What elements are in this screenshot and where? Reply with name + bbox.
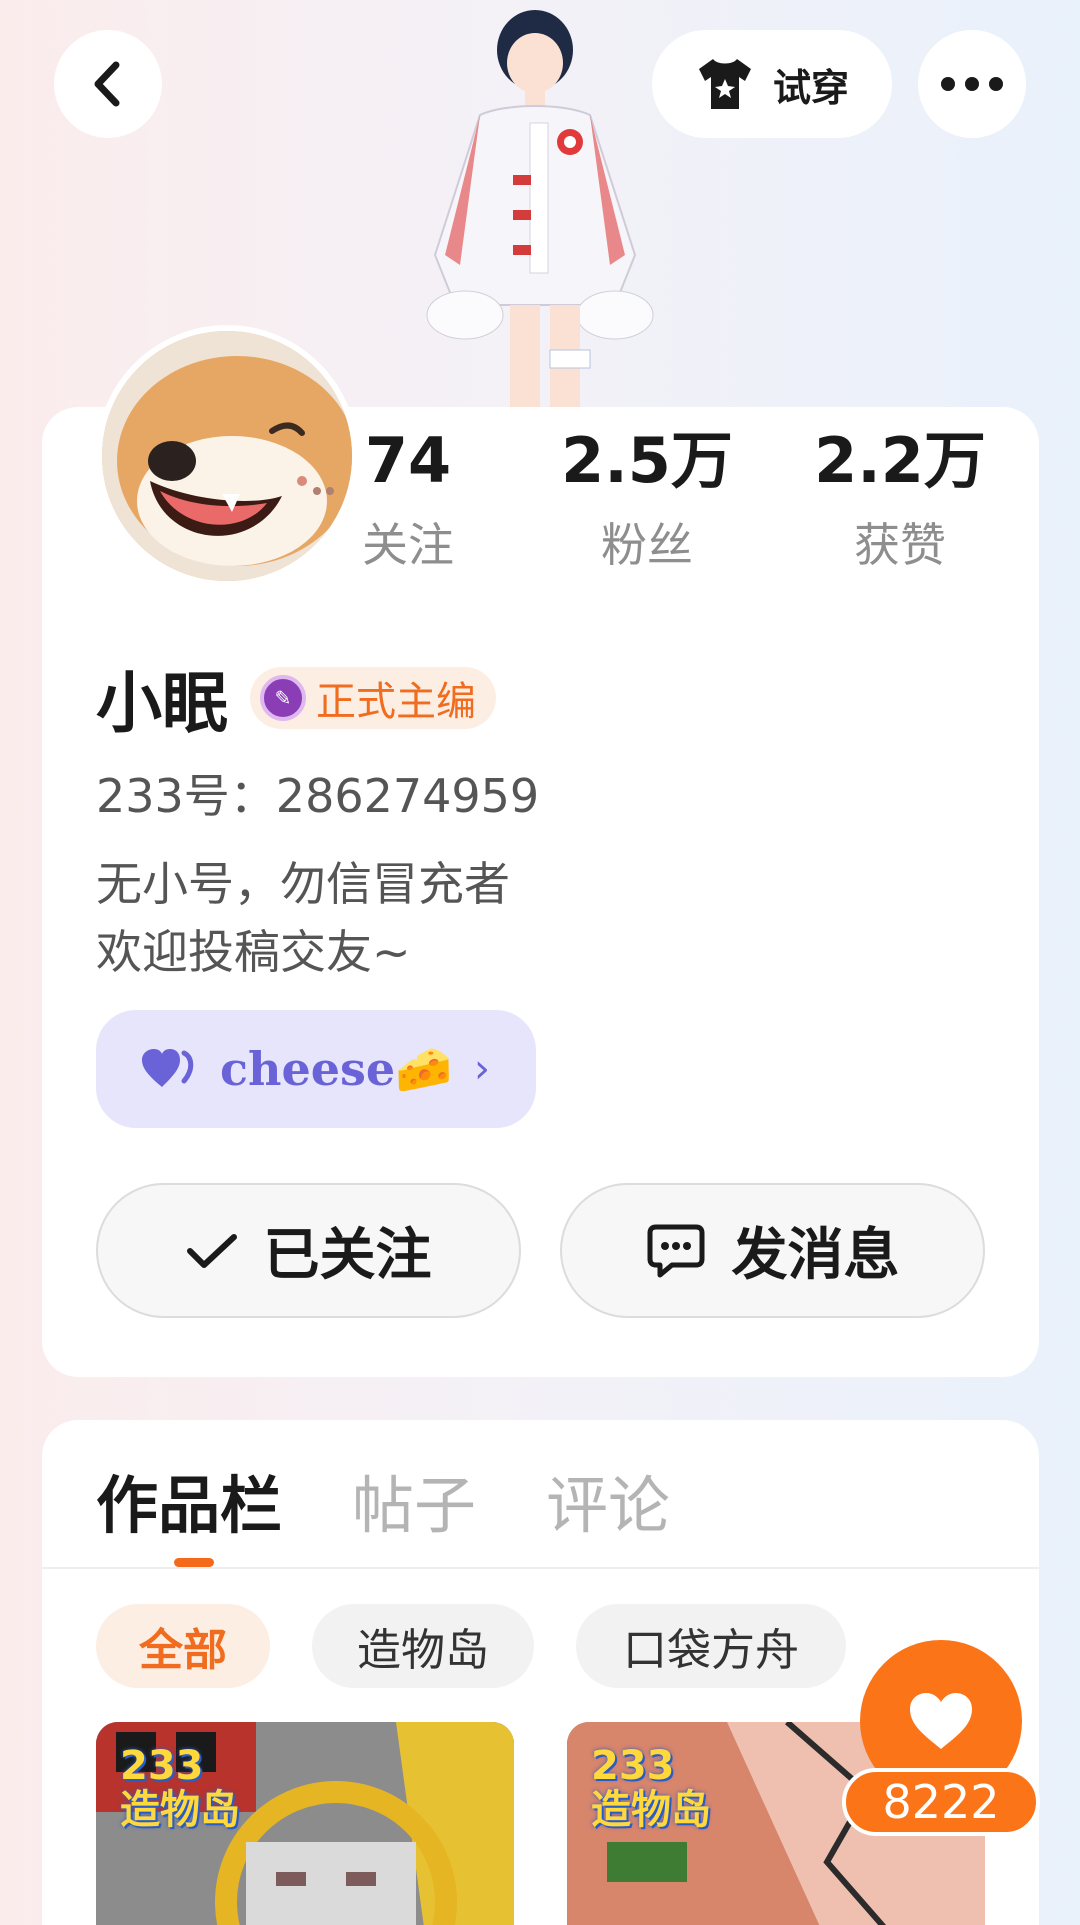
more-dots-icon — [941, 77, 1003, 91]
content-tabs: 作品栏 帖子 评论 — [96, 1455, 670, 1545]
tshirt-icon — [698, 59, 751, 109]
likes-label: 获赞 — [854, 518, 946, 572]
bio-line: 无小号，勿信冒充者 — [96, 857, 510, 911]
tab-comments[interactable]: 评论 — [546, 1455, 670, 1545]
avatar-character-image[interactable] — [385, 5, 695, 410]
send-message-button[interactable]: 发消息 — [560, 1183, 985, 1318]
stat-likes[interactable]: 2.2万 获赞 — [790, 424, 1010, 572]
user-bio: 无小号，勿信冒充者 欢迎投稿交友~ — [96, 850, 510, 986]
user-name: 小眠 — [96, 665, 228, 742]
heart-icon — [910, 1693, 972, 1749]
cheese-emoji-icon: 🧀 — [395, 1041, 453, 1096]
following-button[interactable]: 已关注 — [96, 1183, 521, 1318]
stat-following[interactable]: 74 关注 — [298, 424, 518, 572]
work-thumbnail[interactable]: 233 造物岛 — [96, 1722, 514, 1925]
active-tab-indicator — [174, 1558, 214, 1567]
user-id[interactable]: 233号：286274959 — [96, 760, 539, 826]
message-bubble-icon — [647, 1224, 704, 1277]
chevron-right-icon: › — [474, 1046, 490, 1092]
bio-line: 欢迎投稿交友~ — [96, 925, 411, 979]
stat-fans[interactable]: 2.5万 粉丝 — [537, 424, 757, 572]
tab-posts[interactable]: 帖子 — [352, 1455, 476, 1545]
tabs-divider — [42, 1567, 1039, 1569]
check-icon — [186, 1233, 237, 1268]
fans-label: 粉丝 — [601, 518, 693, 572]
game-logo: 233 造物岛 — [591, 1743, 711, 1833]
heart-group-icon — [142, 1049, 194, 1087]
chevron-left-icon — [94, 61, 120, 107]
group-name: cheese🧀 — [220, 1041, 453, 1096]
following-label: 关注 — [362, 518, 454, 572]
likes-count: 2.2万 — [814, 424, 986, 497]
game-logo: 233 造物岛 — [120, 1743, 240, 1833]
editor-badge-label: 正式主编 — [316, 679, 476, 725]
name-row: 小眠 ✎ 正式主编 — [96, 650, 496, 746]
following-count: 74 — [364, 424, 452, 497]
fans-count: 2.5万 — [561, 424, 733, 497]
editor-badge-icon: ✎ — [260, 675, 306, 721]
like-count-badge: 8222 — [842, 1768, 1040, 1836]
send-message-label: 发消息 — [731, 1223, 900, 1288]
filter-chip-zaowudao[interactable]: 造物岛 — [312, 1604, 534, 1688]
editor-badge[interactable]: ✎ 正式主编 — [250, 667, 496, 729]
back-button[interactable] — [54, 30, 162, 138]
tab-works[interactable]: 作品栏 — [96, 1455, 282, 1545]
group-chip[interactable]: cheese🧀 › — [96, 1010, 536, 1128]
filter-chip-koudaifangzhou[interactable]: 口袋方舟 — [576, 1604, 846, 1688]
more-button[interactable] — [918, 30, 1026, 138]
try-on-label: 试穿 — [772, 65, 849, 110]
following-button-label: 已关注 — [263, 1223, 432, 1288]
filter-chip-all[interactable]: 全部 — [96, 1604, 270, 1688]
